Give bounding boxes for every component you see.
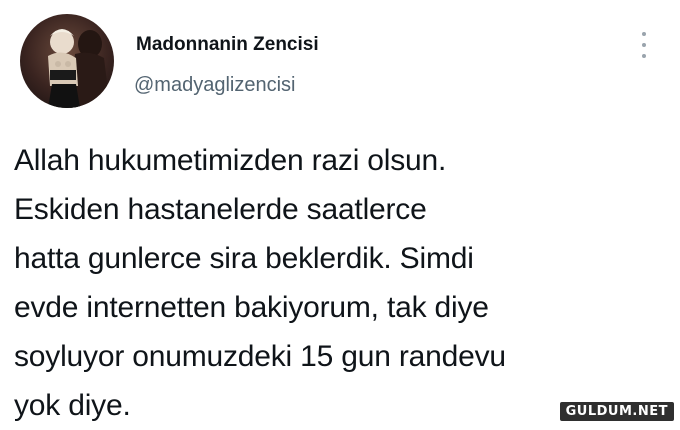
tweet-card: Madonnanin Zencisi @madyaglizencisi Alla… [0, 0, 680, 429]
watermark-logo: GULDUM.NET [559, 402, 674, 421]
tweet-text: Allah hukumetimizden razi olsun. Eskiden… [14, 144, 506, 422]
avatar-photo [48, 29, 110, 108]
avatar[interactable] [20, 14, 114, 108]
display-name[interactable]: Madonnanin Zencisi [136, 34, 319, 56]
more-vertical-icon[interactable] [636, 32, 652, 58]
user-handle[interactable]: @madyaglizencisi [134, 74, 295, 97]
